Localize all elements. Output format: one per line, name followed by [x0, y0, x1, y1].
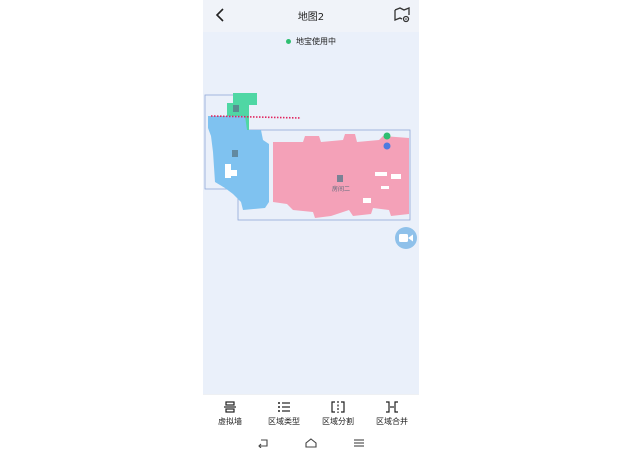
- floor-map: [204, 93, 411, 221]
- video-button[interactable]: [395, 227, 417, 249]
- area-split-label: 区域分割: [322, 417, 354, 426]
- phone-screen: 地图2 地宝使用中 房间二 虚拟墙 区域类型 区域分割 区域合并: [203, 0, 419, 457]
- nav-home-icon[interactable]: [305, 438, 317, 448]
- nav-back-icon[interactable]: [257, 438, 269, 448]
- room-label-pink: 房间二: [332, 186, 351, 193]
- virtual-wall-label: 虚拟墙: [218, 417, 242, 426]
- room-blue: [208, 116, 269, 210]
- nav-menu-icon[interactable]: [353, 438, 365, 448]
- header-bar: 地图2: [203, 0, 419, 32]
- virtual-wall-icon: [224, 401, 236, 413]
- area-type-button[interactable]: 区域类型: [257, 401, 311, 427]
- split-icon: [331, 401, 345, 413]
- map-canvas[interactable]: 地宝使用中 房间二: [203, 32, 419, 394]
- video-camera-icon: [399, 234, 413, 242]
- area-split-button[interactable]: 区域分割: [311, 401, 365, 427]
- page-title: 地图2: [297, 12, 325, 23]
- area-merge-label: 区域合并: [376, 417, 408, 426]
- merge-icon: [386, 401, 398, 413]
- bottom-toolbar: 虚拟墙 区域类型 区域分割 区域合并: [203, 394, 419, 433]
- dock-marker: [383, 142, 391, 150]
- area-type-label: 区域类型: [268, 417, 300, 426]
- robot-marker: [383, 132, 391, 140]
- area-merge-button[interactable]: 区域合并: [365, 401, 419, 427]
- map-settings-button[interactable]: [393, 6, 411, 24]
- virtual-wall-button[interactable]: 虚拟墙: [203, 401, 257, 427]
- system-nav-bar: [203, 432, 419, 457]
- map-settings-icon: [394, 7, 410, 23]
- list-icon: [278, 402, 290, 412]
